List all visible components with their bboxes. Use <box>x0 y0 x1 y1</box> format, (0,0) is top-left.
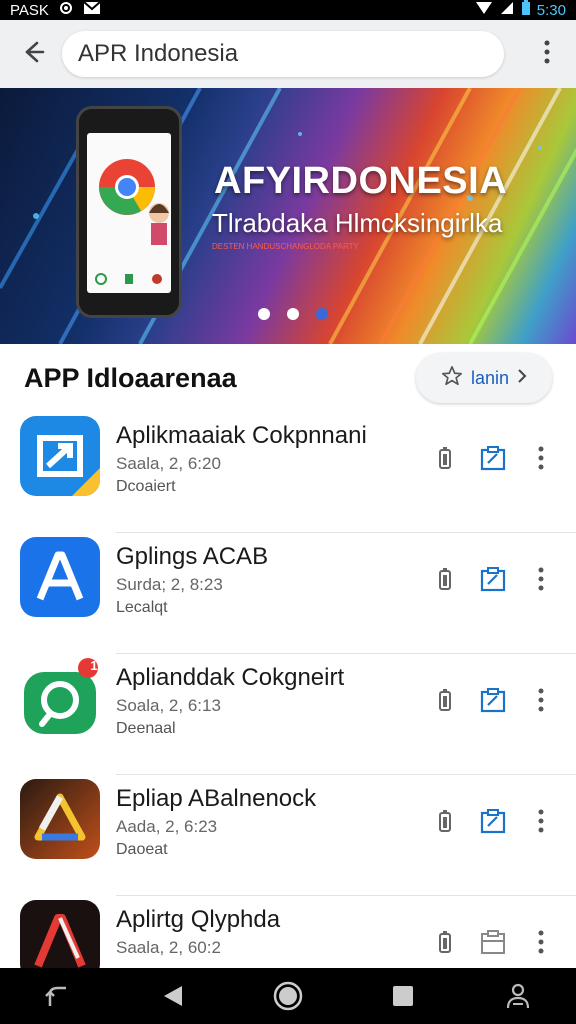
battery-action-button[interactable] <box>432 928 458 956</box>
carousel-dots <box>258 308 328 320</box>
battery-action-button[interactable] <box>432 444 458 472</box>
battery-icon <box>439 568 451 590</box>
app-meta: Saala, 2, 60:2 <box>116 938 221 957</box>
app-meta: Aada, 2, 6:23 <box>116 817 218 836</box>
nav-back-button[interactable] <box>153 976 193 1016</box>
drive-triangle-app-icon <box>20 779 100 859</box>
blue-arrow-app-icon <box>20 416 100 496</box>
list-item[interactable]: Gplings ACAB Surda; 2, 8:23 Lecalqt <box>0 533 576 654</box>
back-button[interactable] <box>14 34 54 74</box>
battery-action-button[interactable] <box>432 686 458 714</box>
more-vertical-icon <box>538 567 544 591</box>
app-status: Lecalqt <box>116 599 168 616</box>
more-vertical-icon <box>538 446 544 470</box>
star-icon <box>441 365 463 392</box>
section-title: APP Idloaarenaa <box>24 362 237 393</box>
chevron-right-icon <box>517 368 527 389</box>
notification-badge: 1 <box>90 658 98 673</box>
carousel-dot[interactable] <box>287 308 299 320</box>
battery-action-button[interactable] <box>432 565 458 593</box>
phone-illustration <box>76 106 182 318</box>
battery-icon <box>439 447 451 469</box>
app-name: Epliap ABalnenock <box>116 785 317 812</box>
row-menu-button[interactable] <box>528 686 554 714</box>
back-arrow-icon <box>21 39 47 70</box>
app-status: Daoeat <box>116 841 168 858</box>
app-bar: APR Indonesia <box>0 20 576 88</box>
row-menu-button[interactable] <box>528 807 554 835</box>
square-icon <box>393 986 414 1006</box>
system-nav-bar <box>0 968 576 1024</box>
status-bar: PASK 5:30 <box>0 0 576 20</box>
install-action-button[interactable] <box>480 807 506 835</box>
row-menu-button[interactable] <box>528 565 554 593</box>
more-vertical-icon <box>538 809 544 833</box>
row-menu-button[interactable] <box>528 928 554 956</box>
clipboard-edit-icon <box>480 567 506 592</box>
install-action-button[interactable] <box>480 686 506 714</box>
clock-label: 5:30 <box>536 1 566 19</box>
battery-action-button[interactable] <box>432 807 458 835</box>
app-status: Dcoaiert <box>116 478 176 495</box>
more-vertical-icon <box>538 930 544 954</box>
camera-icon <box>57 1 75 19</box>
app-name: Aplirtg Qlyphda <box>116 906 281 933</box>
wifi-icon <box>475 1 493 19</box>
row-menu-button[interactable] <box>528 444 554 472</box>
more-vertical-icon <box>544 40 550 69</box>
app-name: Aplianddak Cokgneirt <box>116 664 345 691</box>
more-vertical-icon <box>538 688 544 712</box>
featured-chip-button[interactable]: lanin <box>416 353 552 403</box>
install-action-button[interactable] <box>480 444 506 472</box>
carrier-label: PASK <box>10 1 49 19</box>
home-circle-icon <box>273 981 303 1011</box>
battery-icon <box>439 689 451 711</box>
app-meta: Saala, 2, 6:20 <box>116 454 221 473</box>
app-meta: Surda; 2, 8:23 <box>116 575 223 594</box>
app-name: Aplikmaaiak Cokpnnani <box>116 422 367 449</box>
app-name: Gplings ACAB <box>116 543 269 570</box>
promo-banner[interactable]: AFYIRDONESIA Tlrabdaka Hlmcksingirlka DE… <box>0 88 576 344</box>
clipboard-icon <box>481 930 505 954</box>
blue-a-app-icon <box>20 537 100 617</box>
install-action-button[interactable] <box>480 565 506 593</box>
search-input-value: APR Indonesia <box>78 40 239 67</box>
clipboard-edit-icon <box>480 446 506 471</box>
install-action-button[interactable] <box>480 928 506 956</box>
back-triangle-icon <box>163 986 182 1006</box>
battery-icon <box>439 931 451 953</box>
banner-fineprint: DESTEN HANDUSCHANGLODA PARTY <box>212 242 359 251</box>
carousel-dot[interactable] <box>258 308 270 320</box>
chip-label: lanin <box>470 367 510 388</box>
chrome-logo-icon <box>95 159 169 285</box>
nav-overview-button[interactable] <box>383 976 423 1016</box>
app-meta: Soala, 2, 6:13 <box>116 696 221 715</box>
assistant-icon <box>507 983 530 1009</box>
search-input[interactable]: APR Indonesia <box>62 31 504 77</box>
carousel-dot-active[interactable] <box>316 308 328 320</box>
overflow-menu-button[interactable] <box>532 34 562 74</box>
nav-recent-apps-button[interactable] <box>38 976 78 1016</box>
clipboard-edit-icon <box>480 688 506 713</box>
list-item[interactable]: Aplikmaaiak Cokpnnani Saala, 2, 6:20 Dco… <box>0 412 576 533</box>
app-list: Aplikmaaiak Cokpnnani Saala, 2, 6:20 Dco… <box>0 412 576 1017</box>
signal-icon <box>499 1 515 19</box>
battery-icon <box>439 810 451 832</box>
battery-icon <box>521 0 531 20</box>
banner-subtitle: Tlrabdaka Hlmcksingirlka <box>212 208 503 238</box>
rotate-back-icon <box>44 986 66 1006</box>
banner-title: AFYIRDONESIA <box>214 160 508 202</box>
mail-icon <box>83 1 101 19</box>
clipboard-edit-icon <box>480 809 506 834</box>
list-item[interactable]: Epliap ABalnenock Aada, 2, 6:23 Daoeat <box>0 775 576 896</box>
list-item[interactable]: 1 Aplianddak Cokgneirt Soala, 2, 6:13 De… <box>0 654 576 775</box>
nav-home-button[interactable] <box>268 976 308 1016</box>
nav-assistant-button[interactable] <box>498 976 538 1016</box>
app-status: Deenaal <box>116 720 176 737</box>
section-header: APP Idloaarenaa lanin <box>0 344 576 412</box>
